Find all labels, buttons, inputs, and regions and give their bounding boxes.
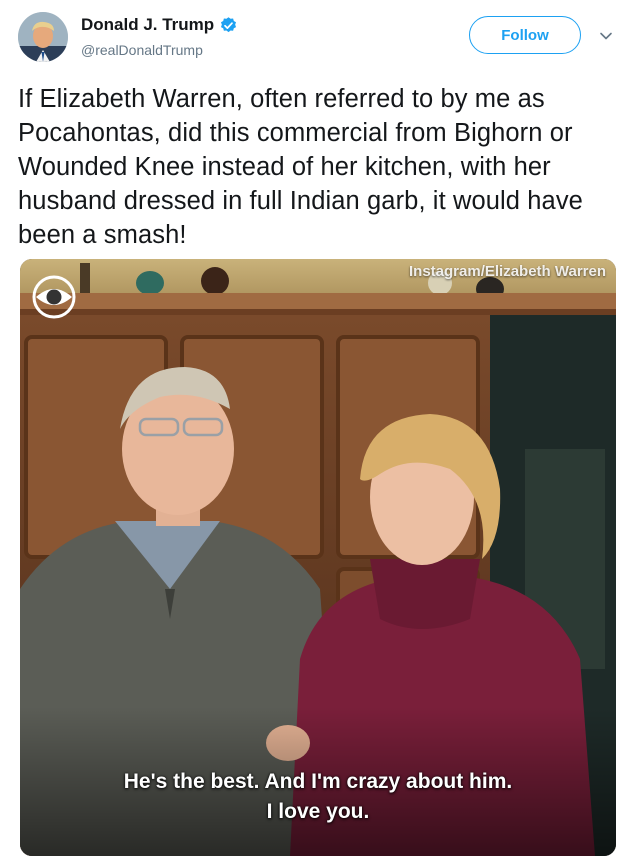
avatar[interactable] — [18, 12, 68, 62]
avatar-image — [18, 12, 68, 62]
follow-button[interactable]: Follow — [469, 16, 581, 54]
caption-line-2: I love you. — [266, 800, 370, 823]
cbs-eye-logo-icon — [32, 275, 76, 319]
tweet-text: If Elizabeth Warren, often referred to b… — [18, 85, 583, 249]
display-name[interactable]: Donald J. Trump — [81, 15, 214, 35]
chevron-down-icon[interactable] — [599, 29, 613, 43]
media-watermark: Instagram/Elizabeth Warren — [409, 263, 606, 280]
verified-badge-icon — [221, 16, 237, 32]
video-player[interactable]: Instagram/Elizabeth Warren He's the best… — [20, 259, 616, 856]
tweet-header: Donald J. Trump @realDonaldTrump Follow — [18, 12, 618, 66]
caption-line-1: He's the best. And I'm crazy about him. — [123, 770, 513, 793]
handle[interactable]: @realDonaldTrump — [81, 42, 203, 58]
tweet-card: Donald J. Trump @realDonaldTrump Follow … — [0, 0, 634, 866]
name-row: Donald J. Trump — [81, 15, 238, 35]
video-caption: He's the best. And I'm crazy about him. … — [20, 767, 616, 827]
